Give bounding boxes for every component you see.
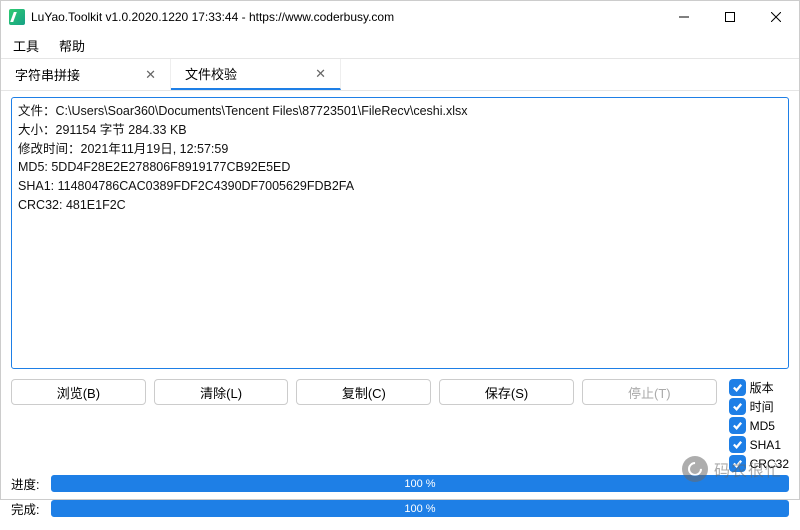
- close-button[interactable]: [753, 1, 799, 33]
- tab-label: 字符串拼接: [15, 65, 135, 84]
- stop-button: 停止(T): [582, 379, 717, 405]
- check-sha1[interactable]: SHA1: [729, 436, 789, 453]
- tab-label: 文件校验: [185, 64, 305, 83]
- complete-label: 完成:: [11, 499, 45, 518]
- browse-button[interactable]: 浏览(B): [11, 379, 146, 405]
- menu-help[interactable]: 帮助: [59, 36, 85, 55]
- checkbox-icon: [729, 379, 746, 396]
- checkbox-icon: [729, 436, 746, 453]
- tab-file-verify[interactable]: 文件校验 ✕: [171, 59, 341, 90]
- check-md5[interactable]: MD5: [729, 417, 789, 434]
- hash-options: 版本 时间 MD5 SHA1 CRC32: [729, 379, 789, 472]
- progress-label: 进度:: [11, 474, 45, 493]
- clear-button[interactable]: 清除(L): [154, 379, 289, 405]
- checkbox-icon: [729, 398, 746, 415]
- check-crc32[interactable]: CRC32: [729, 455, 789, 472]
- window-title: LuYao.Toolkit v1.0.2020.1220 17:33:44 - …: [31, 10, 661, 24]
- result-textarea[interactable]: 文件：C:\Users\Soar360\Documents\Tencent Fi…: [11, 97, 789, 369]
- tab-bar: 字符串拼接 ✕ 文件校验 ✕: [1, 59, 799, 91]
- copy-button[interactable]: 复制(C): [296, 379, 431, 405]
- complete-bar: 100 %: [51, 500, 789, 517]
- save-button[interactable]: 保存(S): [439, 379, 574, 405]
- app-icon: [9, 9, 25, 25]
- close-icon[interactable]: ✕: [145, 67, 156, 83]
- close-icon[interactable]: ✕: [315, 66, 326, 82]
- menu-tools[interactable]: 工具: [13, 36, 39, 55]
- checkbox-icon: [729, 455, 746, 472]
- check-version[interactable]: 版本: [729, 379, 789, 396]
- progress-bar: 100 %: [51, 475, 789, 492]
- tab-string-concat[interactable]: 字符串拼接 ✕: [1, 59, 171, 90]
- menu-bar: 工具 帮助: [1, 33, 799, 59]
- check-time[interactable]: 时间: [729, 398, 789, 415]
- maximize-button[interactable]: [707, 1, 753, 33]
- title-bar: LuYao.Toolkit v1.0.2020.1220 17:33:44 - …: [1, 1, 799, 33]
- checkbox-icon: [729, 417, 746, 434]
- minimize-button[interactable]: [661, 1, 707, 33]
